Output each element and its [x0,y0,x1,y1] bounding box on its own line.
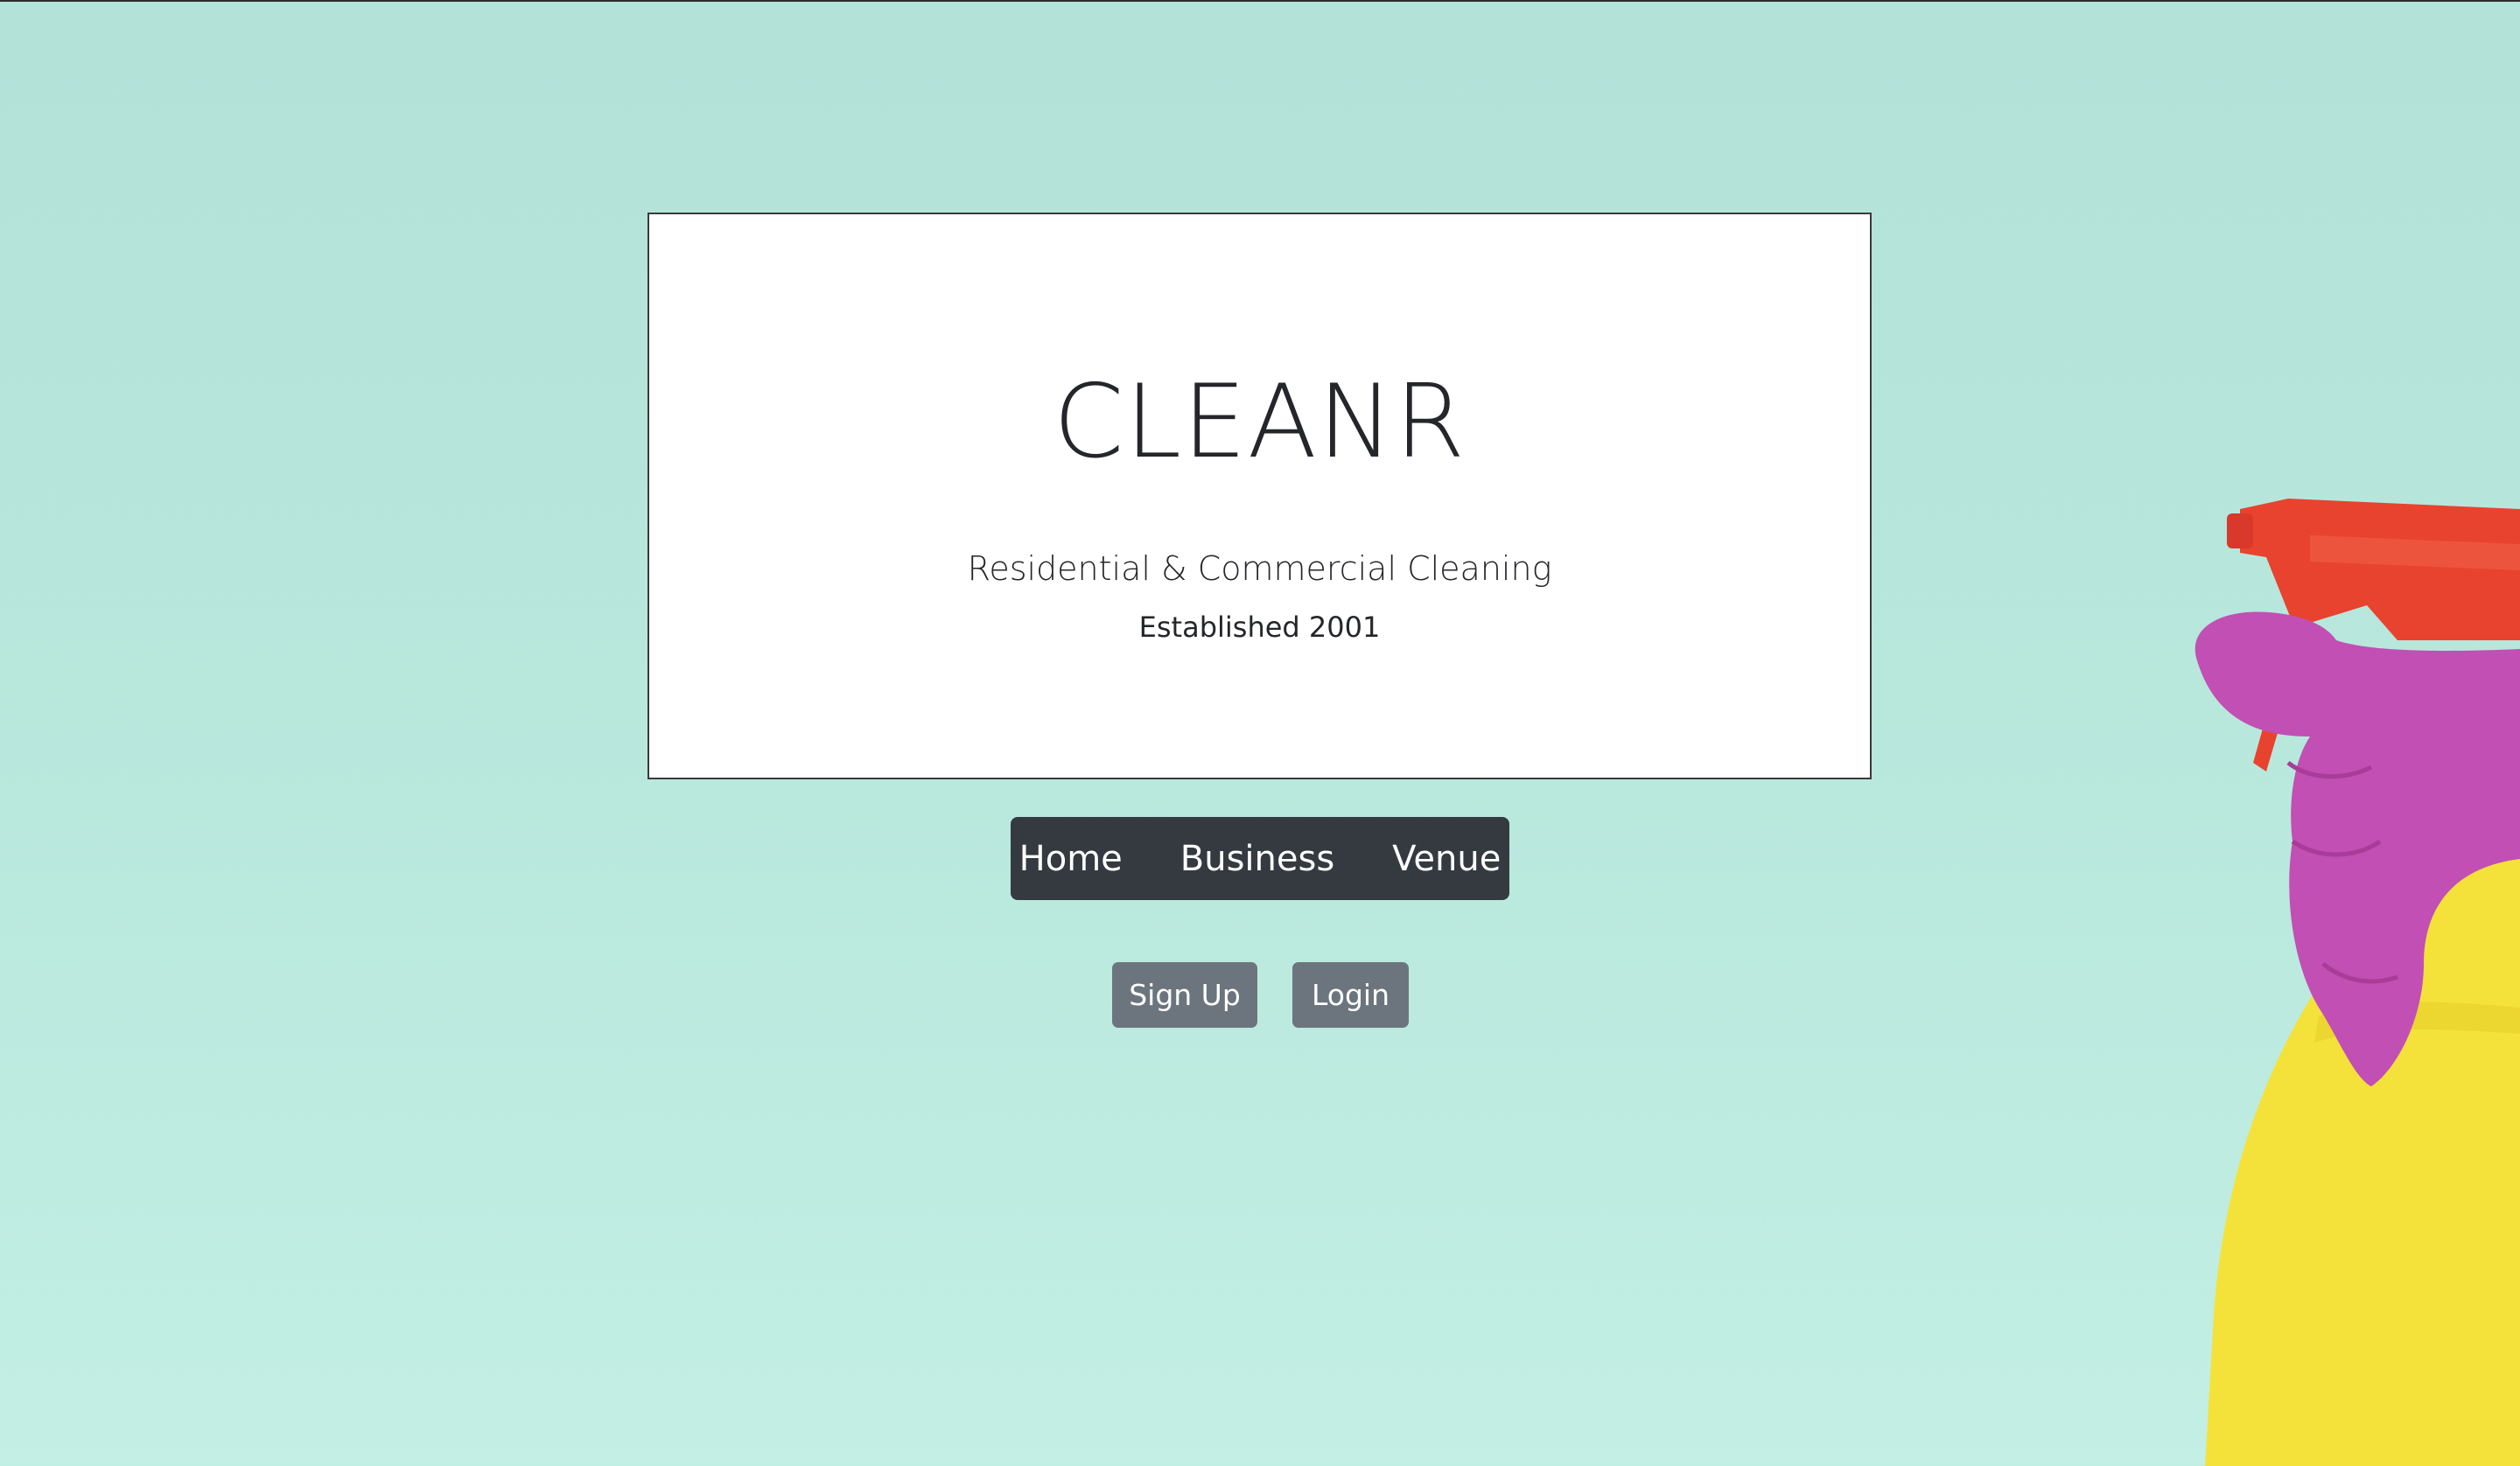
nav-link-home[interactable]: Home [990,841,1152,876]
established-text: Established 2001 [1138,611,1381,644]
main-nav: Home Business Venue [1011,817,1509,900]
login-button[interactable]: Login [1292,962,1409,1028]
spray-bottle-hand-icon [2194,499,2520,1466]
tagline: Residential & Commercial Cleaning [967,549,1552,588]
nav-link-venue[interactable]: Venue [1363,841,1530,876]
site-title: CLEANR [1053,363,1466,481]
sign-up-button[interactable]: Sign Up [1112,962,1257,1028]
nav-link-business[interactable]: Business [1152,841,1363,876]
hero-card: CLEANR Residential & Commercial Cleaning… [648,213,1872,779]
